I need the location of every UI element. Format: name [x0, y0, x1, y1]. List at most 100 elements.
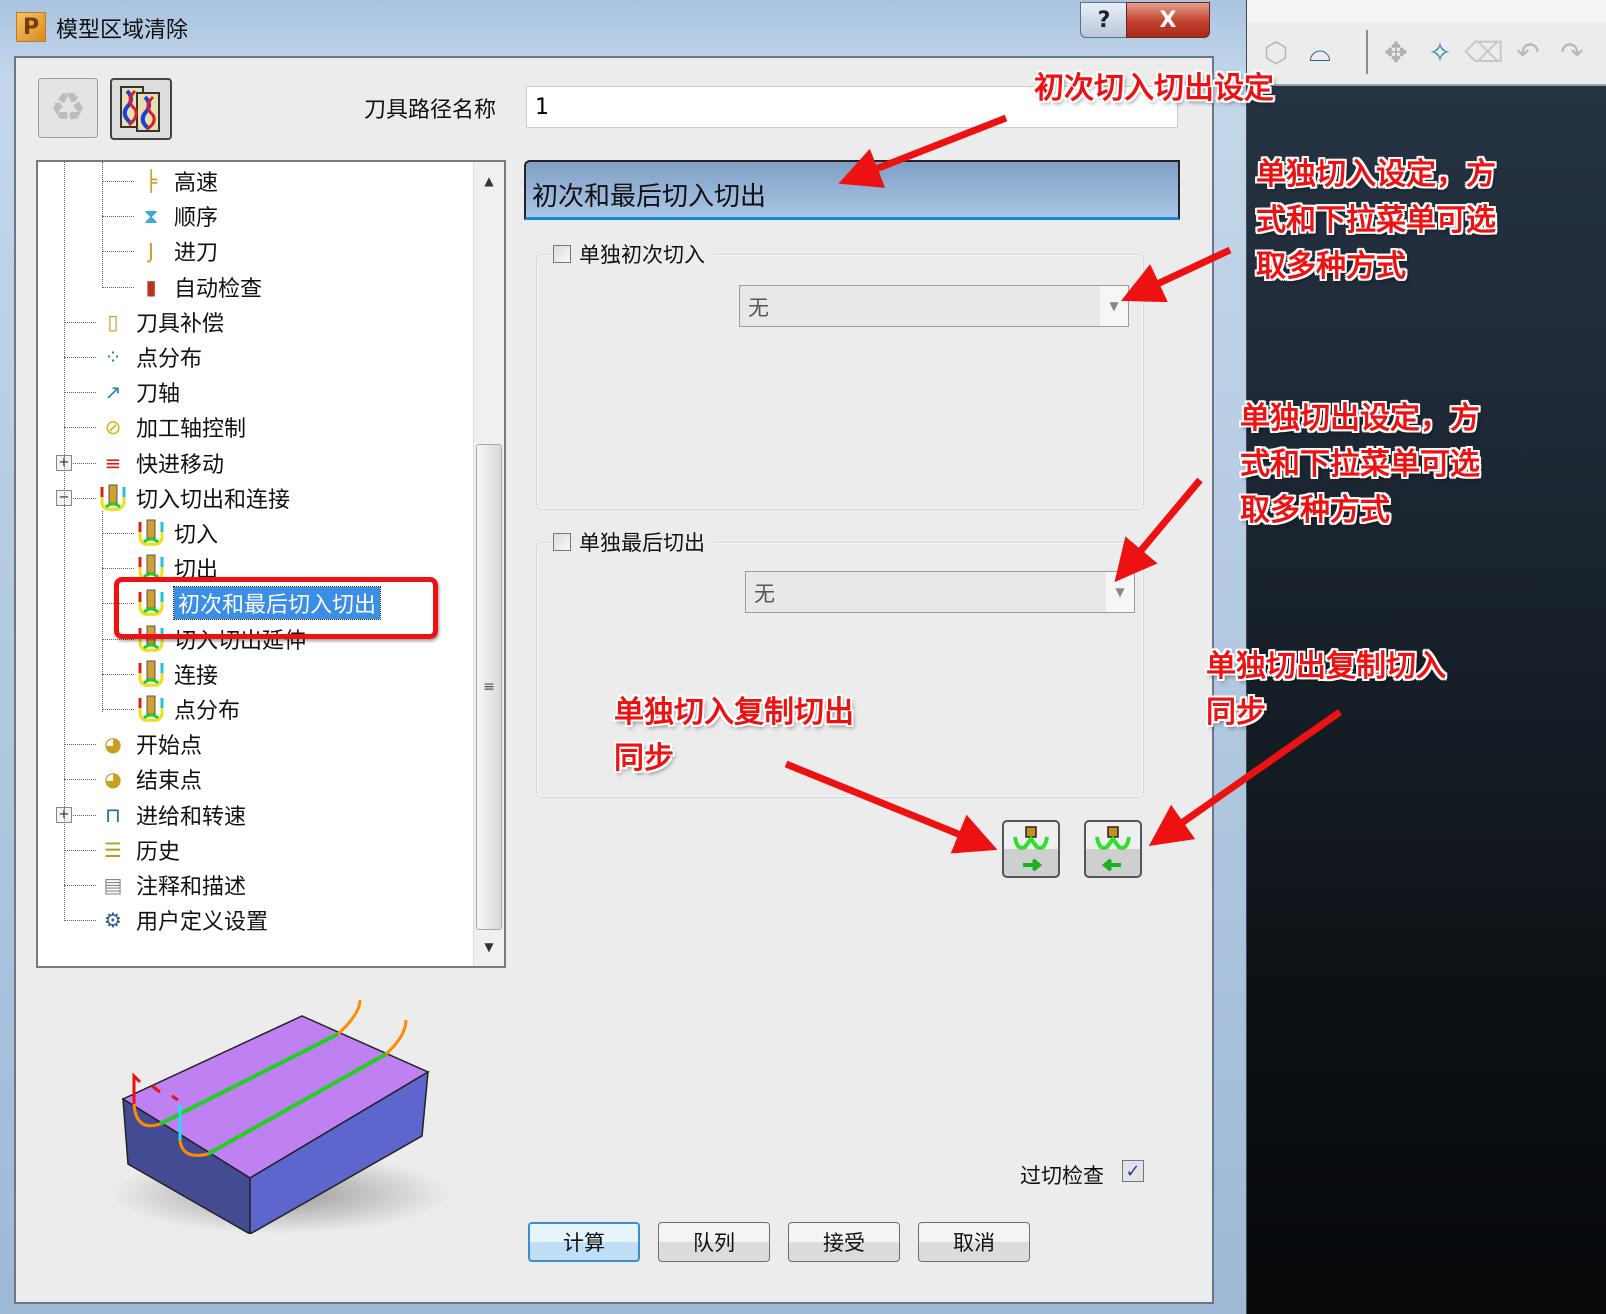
tree-item[interactable]: 切入 [136, 516, 218, 550]
accept-button[interactable]: 接受 [788, 1222, 900, 1262]
last-lead-out-legend[interactable]: 单独最后切出 [549, 527, 715, 557]
pattern-icon[interactable]: ✧ [1422, 34, 1458, 70]
tree-item[interactable]: ≡ 快进移动 [98, 446, 224, 480]
first-lead-in-combo[interactable]: 无 ▼ [739, 285, 1129, 327]
copy-lead-in-to-out-button[interactable] [1002, 820, 1060, 878]
tree-item-label: 注释和描述 [136, 875, 247, 900]
toolpath-name-label: 刀具路径名称 [364, 98, 497, 123]
first-lead-in-legend[interactable]: 单独初次切入 [549, 239, 715, 269]
history-icon: ☰ [104, 837, 122, 862]
first-lead-in-label: 单独初次切入 [579, 243, 705, 267]
help-button[interactable]: ? [1080, 2, 1128, 38]
approach-icon: J [148, 239, 154, 264]
section-title: 初次和最后切入切出 [532, 182, 767, 212]
redo-icon[interactable]: ↷ [1554, 34, 1590, 70]
tree-item[interactable]: ☰ 历史 [98, 833, 180, 867]
tree-item[interactable]: 点分布 [136, 692, 240, 726]
tree-item-label: 点分布 [174, 699, 241, 724]
tool-axis-icon: ↗ [104, 380, 122, 405]
tree-item[interactable]: ◕ 开始点 [98, 727, 202, 761]
annotation-copy-out-to-in: 单独切出复制切入 同步 [1206, 649, 1446, 730]
tree-connector [102, 568, 134, 570]
annotation-highlight-box [114, 577, 438, 640]
boundary-icon[interactable]: ⌓ [1302, 34, 1338, 70]
cancel-button[interactable]: 取消 [918, 1222, 1030, 1262]
user-settings-icon: ⚙ [104, 908, 122, 933]
tree-item[interactable]: ▯ 刀具补偿 [98, 305, 224, 339]
transform-icon[interactable]: ✥ [1378, 34, 1414, 70]
links-icon [136, 659, 166, 689]
tree-item[interactable]: ↗ 刀轴 [98, 375, 180, 409]
tree-item-label: 加工轴控制 [136, 417, 247, 443]
tree-item[interactable]: ◕ 结束点 [98, 762, 202, 796]
tree-item[interactable]: ⧗ 顺序 [136, 199, 218, 233]
tree-trunk-line [64, 162, 65, 922]
tree-item-label: 进刀 [174, 241, 219, 267]
tree-connector [64, 885, 96, 886]
tree-connector [102, 533, 134, 534]
copy-out-to-in-icon [1095, 826, 1131, 872]
app-title-strip [1246, 0, 1606, 22]
high-speed-icon: ╞ [144, 169, 158, 193]
gouge-check-label: 过切检查 [1020, 1164, 1104, 1188]
model-area-clearance-dialog: P 模型区域清除 ? X ♻ 刀具路径名称 1 ╞ 高速 ⧗ 顺序 J 进刀 ▮ 自动检查 ▯ 刀… [0, 0, 1247, 1314]
tree-connector [102, 251, 134, 253]
scroll-up-arrow-icon[interactable]: ▲ [474, 166, 504, 196]
tree-connector [102, 216, 134, 218]
undo-icon[interactable]: ↶ [1510, 34, 1546, 70]
app-toolbar: ⬡ ⌓ ✥ ✧ ⌫ ↶ ↷ [1246, 22, 1606, 86]
calculate-button[interactable]: 计算 [528, 1222, 640, 1262]
recycle-button[interactable]: ♻ [38, 78, 98, 138]
tree-branch-line [102, 162, 103, 288]
eraser-icon[interactable]: ⌫ [1464, 34, 1504, 70]
powermill-logo-icon: P [16, 12, 46, 42]
view-cube-icon[interactable]: ⬡ [1258, 34, 1294, 70]
leads-links-icon [98, 483, 128, 513]
gouge-check-checkbox[interactable]: ✓ [1122, 1160, 1144, 1182]
tree-item[interactable]: 连接 [136, 657, 218, 691]
dialog-titlebar[interactable]: P 模型区域清除 ? X [0, 0, 1246, 56]
notes-icon: ▤ [103, 873, 123, 897]
last-lead-out-combo[interactable]: 无 ▼ [745, 571, 1135, 613]
start-point-icon: ◕ [104, 732, 122, 757]
tree-connector [64, 744, 96, 746]
tree-item[interactable]: ⚙ 用户定义设置 [98, 903, 268, 937]
copy-in-to-out-icon [1013, 826, 1049, 872]
tree-item[interactable]: ⊓ 进给和转速 [98, 798, 246, 832]
tree-item[interactable]: ╞ 高速 [136, 164, 218, 198]
dialog-title: 模型区域清除 [56, 18, 189, 43]
tree-item[interactable]: ⁘ 点分布 [98, 340, 202, 374]
first-lead-in-checkbox[interactable] [553, 245, 571, 263]
toolpath-pattern-button[interactable] [110, 78, 172, 140]
auto-verify-icon: ▮ [145, 274, 157, 299]
tree-item[interactable]: ▤ 注释和描述 [98, 868, 246, 902]
last-lead-out-checkbox[interactable] [553, 533, 571, 551]
copy-lead-out-to-in-button[interactable] [1084, 820, 1142, 878]
tree-item-label: 自动检查 [174, 276, 263, 302]
scroll-thumb[interactable]: ≡ [476, 444, 502, 930]
chevron-down-icon[interactable]: ▼ [1106, 572, 1134, 612]
scroll-down-arrow-icon[interactable]: ▼ [474, 932, 504, 962]
chevron-down-icon[interactable]: ▼ [1100, 286, 1128, 326]
tree-item[interactable]: ▮ 自动检查 [136, 270, 262, 304]
tree-item-label: 高速 [174, 171, 219, 196]
tree-connector [64, 779, 96, 781]
tree-item-label: 历史 [136, 839, 181, 865]
point-distribution-icon: ⁘ [104, 345, 122, 369]
tree-item-label: 结束点 [136, 769, 203, 795]
first-lead-in-group: 单独初次切入 无 ▼ [536, 239, 1144, 510]
first-lead-in-combo-value: 无 [748, 296, 769, 320]
tree-item[interactable]: J 进刀 [136, 234, 218, 268]
tree-item-label: 进给和转速 [136, 804, 247, 830]
tree-connector [102, 709, 134, 710]
tree-scrollbar[interactable]: ▲ ≡ ▼ [473, 162, 504, 966]
close-button[interactable]: X [1126, 2, 1210, 38]
tree-connector [64, 357, 96, 358]
tree-item[interactable]: 切入切出和连接 [98, 481, 290, 515]
tree-connector [102, 181, 134, 182]
tree-item[interactable]: ⊘ 加工轴控制 [98, 410, 246, 444]
lead-out-arc-2 [384, 1019, 408, 1056]
ordering-icon: ⧗ [143, 204, 159, 229]
queue-button[interactable]: 队列 [658, 1222, 770, 1262]
tree-item-label: 用户定义设置 [136, 910, 269, 936]
